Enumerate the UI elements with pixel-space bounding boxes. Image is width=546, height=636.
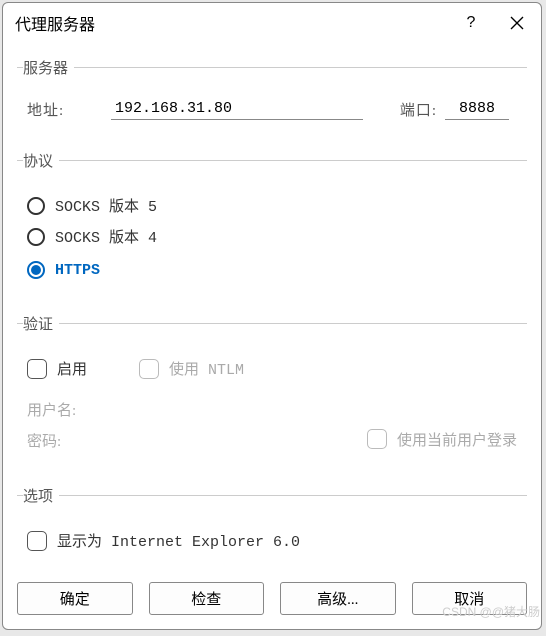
- radio-label-socks4: SOCKS 版本 4: [55, 226, 157, 247]
- button-row: 确定 检查 高级... 取消: [3, 572, 541, 629]
- password-row: 密码:: [27, 430, 357, 451]
- close-icon[interactable]: [505, 11, 529, 35]
- auth-left-col: 用户名: 密码:: [27, 389, 357, 461]
- checkbox-icon: [139, 359, 159, 379]
- radio-https[interactable]: HTTPS: [27, 261, 517, 279]
- dialog-title: 代理服务器: [15, 11, 459, 35]
- options-legend: 选项: [23, 485, 59, 506]
- radio-icon: [27, 228, 45, 246]
- titlebar-buttons: ?: [459, 11, 529, 35]
- current-user-label: 使用当前用户登录: [397, 429, 517, 450]
- advanced-button[interactable]: 高级...: [280, 582, 396, 615]
- auth-enable-row: 启用 使用 NTLM: [27, 358, 517, 379]
- username-row: 用户名:: [27, 399, 357, 420]
- radio-label-socks5: SOCKS 版本 5: [55, 195, 157, 216]
- ntlm-checkbox-wrap[interactable]: 使用 NTLM: [139, 358, 244, 379]
- dialog-content: 服务器 地址: 端口: 协议 SOCKS 版本 5 SOCKS 版本 4 HTT…: [3, 41, 541, 572]
- username-label: 用户名:: [27, 399, 107, 420]
- address-label: 地址:: [27, 99, 111, 120]
- ntlm-label: 使用 NTLM: [169, 358, 244, 379]
- current-user-checkbox-wrap[interactable]: 使用当前用户登录: [367, 429, 517, 450]
- auth-legend: 验证: [23, 313, 59, 334]
- auth-fields: 用户名: 密码: 使用当前用户登录: [27, 389, 517, 461]
- auth-right-col: 使用当前用户登录: [367, 389, 517, 461]
- cancel-button[interactable]: 取消: [412, 582, 528, 615]
- checkbox-icon: [367, 429, 387, 449]
- check-button[interactable]: 检查: [149, 582, 265, 615]
- enable-label: 启用: [57, 358, 87, 379]
- enable-checkbox-wrap[interactable]: 启用: [27, 358, 87, 379]
- ok-button[interactable]: 确定: [17, 582, 133, 615]
- ie6-checkbox-wrap[interactable]: 显示为 Internet Explorer 6.0: [27, 530, 517, 551]
- protocol-group: 协议 SOCKS 版本 5 SOCKS 版本 4 HTTPS: [17, 150, 527, 295]
- password-label: 密码:: [27, 430, 107, 451]
- checkbox-icon: [27, 531, 47, 551]
- port-label: 端口:: [381, 99, 437, 120]
- radio-socks5[interactable]: SOCKS 版本 5: [27, 195, 517, 216]
- server-row: 地址: 端口:: [27, 98, 517, 120]
- help-icon[interactable]: ?: [459, 11, 483, 35]
- radio-socks4[interactable]: SOCKS 版本 4: [27, 226, 517, 247]
- checkbox-icon: [27, 359, 47, 379]
- server-legend: 服务器: [23, 57, 74, 78]
- titlebar: 代理服务器 ?: [3, 3, 541, 41]
- radio-label-https: HTTPS: [55, 262, 100, 279]
- server-group: 服务器 地址: 端口:: [17, 57, 527, 132]
- port-input[interactable]: [445, 98, 509, 120]
- options-group: 选项 显示为 Internet Explorer 6.0: [17, 485, 527, 567]
- protocol-legend: 协议: [23, 150, 59, 171]
- radio-icon: [27, 261, 45, 279]
- ie6-label: 显示为 Internet Explorer 6.0: [57, 530, 300, 551]
- auth-group: 验证 启用 使用 NTLM 用户名: 密码:: [17, 313, 527, 467]
- address-input[interactable]: [111, 98, 363, 120]
- radio-icon: [27, 197, 45, 215]
- proxy-dialog: 代理服务器 ? 服务器 地址: 端口: 协议 SOCKS 版本 5: [2, 2, 542, 630]
